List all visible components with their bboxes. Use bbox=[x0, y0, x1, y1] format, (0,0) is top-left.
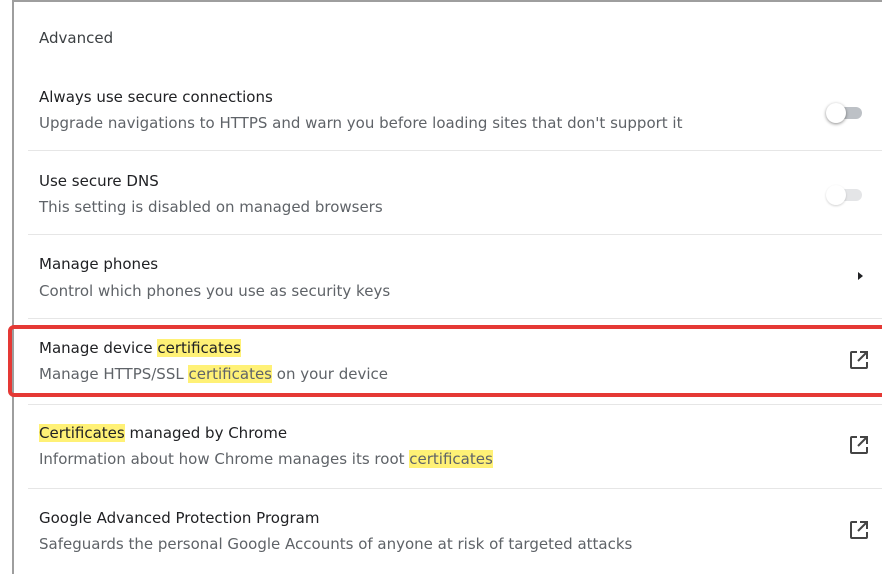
focus-annotation-outline bbox=[8, 325, 882, 397]
title-text: managed by Chrome bbox=[124, 424, 288, 442]
section-title: Advanced bbox=[39, 29, 114, 47]
row-title: Use secure DNS bbox=[39, 172, 159, 190]
always-use-secure-connections-row[interactable]: Always use secure connections Upgrade na… bbox=[14, 82, 882, 150]
row-subtitle: Control which phones you use as security… bbox=[39, 282, 391, 300]
certificates-managed-by-chrome-row[interactable]: Certificates managed by Chrome Informati… bbox=[14, 421, 882, 489]
secure-dns-toggle bbox=[826, 185, 862, 205]
row-divider bbox=[28, 488, 882, 489]
row-subtitle: This setting is disabled on managed brow… bbox=[39, 198, 383, 216]
row-subtitle: Safeguards the personal Google Accounts … bbox=[39, 535, 633, 553]
row-title: Certificates managed by Chrome bbox=[39, 424, 287, 442]
row-title: Manage phones bbox=[39, 255, 159, 273]
row-divider bbox=[28, 318, 882, 319]
search-highlight: certificates bbox=[409, 450, 493, 468]
row-divider bbox=[28, 234, 882, 235]
row-subtitle: Information about how Chrome manages its… bbox=[39, 450, 493, 468]
settings-panel: Advanced Always use secure connections U… bbox=[14, 2, 882, 574]
row-title: Always use secure connections bbox=[39, 88, 273, 106]
manage-phones-row[interactable]: Manage phones Control which phones you u… bbox=[14, 252, 882, 320]
row-divider bbox=[28, 150, 882, 151]
subtitle-text: Information about how Chrome manages its… bbox=[39, 450, 410, 468]
advanced-protection-program-row[interactable]: Google Advanced Protection Program Safeg… bbox=[14, 506, 882, 574]
open-in-new-icon[interactable] bbox=[848, 434, 870, 456]
toggle-knob bbox=[826, 185, 846, 205]
arrow-right-icon[interactable] bbox=[853, 269, 867, 283]
row-divider bbox=[28, 404, 882, 405]
toggle-knob bbox=[826, 103, 846, 123]
row-title: Google Advanced Protection Program bbox=[39, 509, 320, 527]
row-subtitle: Upgrade navigations to HTTPS and warn yo… bbox=[39, 114, 683, 132]
use-secure-dns-row: Use secure DNS This setting is disabled … bbox=[14, 167, 882, 235]
search-highlight: Certificates bbox=[39, 424, 125, 442]
open-in-new-icon[interactable] bbox=[848, 519, 870, 541]
secure-connections-toggle[interactable] bbox=[826, 103, 862, 123]
